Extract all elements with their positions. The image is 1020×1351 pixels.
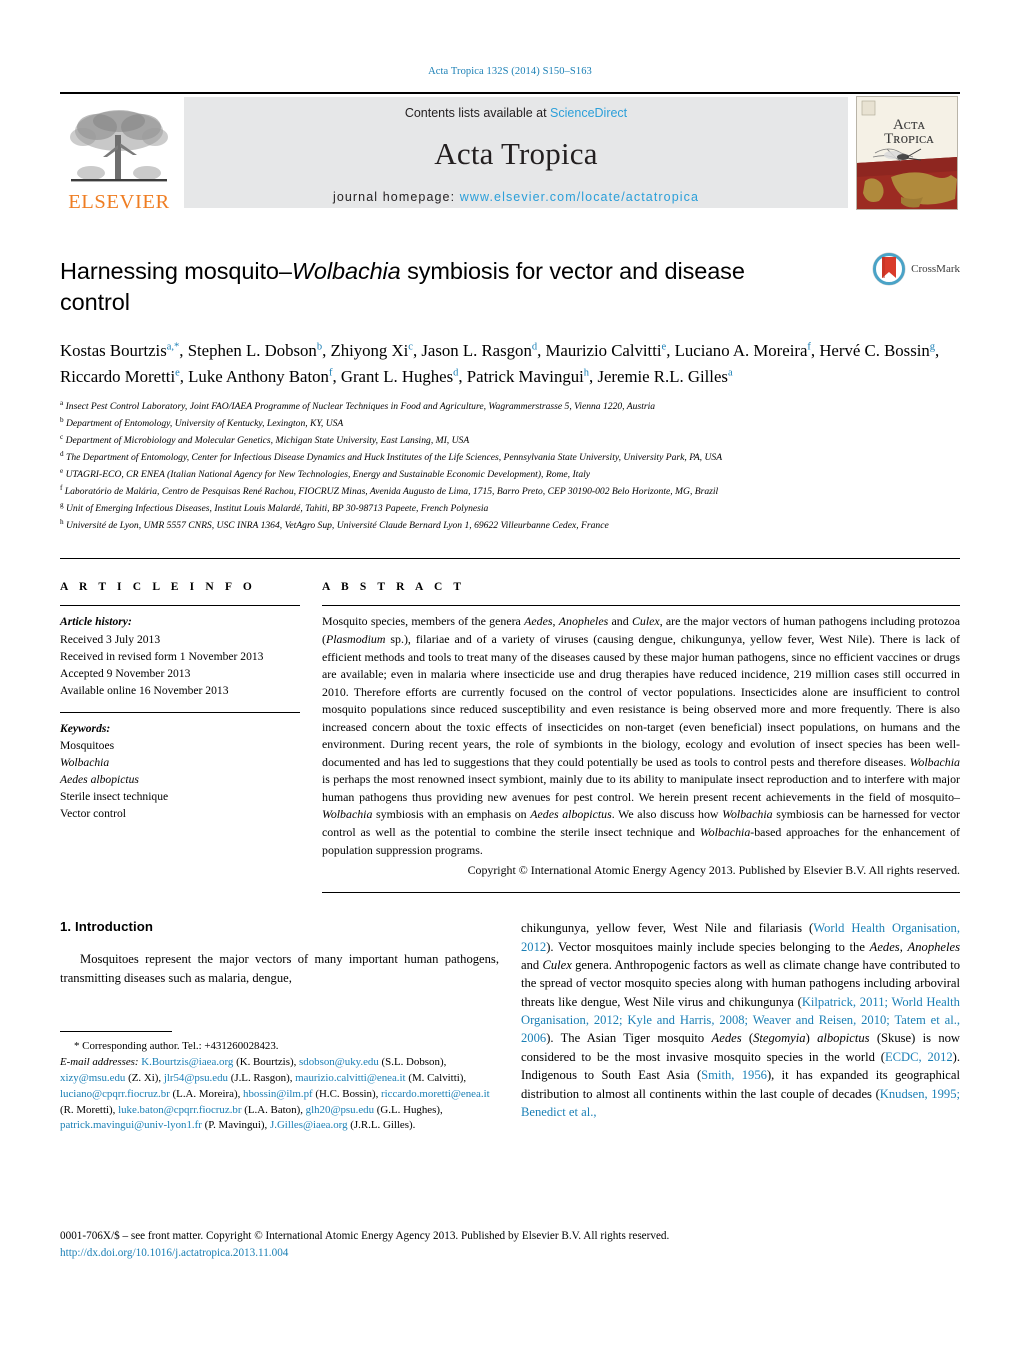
keyword-item: Vector control: [60, 806, 126, 820]
cover-image: Aᴄᴛᴀ Tʀᴏᴘɪᴄᴀ: [856, 96, 958, 210]
cover-artwork-icon: Aᴄᴛᴀ Tʀᴏᴘɪᴄᴀ: [857, 97, 957, 209]
elsevier-wordmark: ELSEVIER: [68, 190, 170, 213]
intro-paragraph-left: Mosquitoes represent the major vectors o…: [60, 952, 499, 985]
issn-copyright-line: 0001-706X/$ – see front matter. Copyrigh…: [60, 1230, 670, 1242]
contents-prefix: Contents lists available at: [404, 106, 551, 120]
keywords-label: Keywords:: [60, 721, 111, 735]
affiliation-item: c Department of Microbiology and Molecul…: [60, 433, 470, 447]
article-info-body: Article history: Received 3 July 2013 Rec…: [60, 613, 300, 821]
homepage-url-link[interactable]: www.elsevier.com/locate/actatropica: [460, 190, 699, 204]
article-history-label: Article history:: [60, 615, 132, 629]
info-abstract-section: A R T I C L E I N F O Article history: R…: [60, 558, 961, 894]
article-info-column: A R T I C L E I N F O Article history: R…: [60, 581, 300, 893]
page-title: Harnessing mosquito–Wolbachia symbiosis …: [60, 256, 760, 318]
crossmark-badge[interactable]: CrossMark: [872, 252, 960, 286]
article-history-line: Accepted 9 November 2013: [60, 666, 191, 680]
article-info-rule: [60, 605, 300, 607]
elsevier-tree-icon: [70, 109, 168, 181]
email-addresses-note: E-mail addresses: K.Bourtzis@iaea.org (K…: [60, 1055, 490, 1132]
keywords-group: Keywords: Mosquitoes Wolbachia Aedes albop…: [60, 720, 300, 822]
affiliation-item: f Laboratório de Malária, Centro de Pesq…: [60, 484, 719, 498]
title-italic-wolbachia: Wolbachia: [291, 258, 401, 284]
paper-page: Acta Tropica 132S (2014) S150–S163 ELSEV…: [0, 0, 1020, 1351]
journal-cover-thumbnail: Aᴄᴛᴀ Tʀᴏᴘɪᴄᴀ: [856, 94, 960, 212]
homepage-prefix: journal homepage:: [332, 190, 460, 204]
article-history-group: Article history: Received 3 July 2013 Rec…: [60, 613, 300, 698]
sciencedirect-link[interactable]: ScienceDirect: [550, 106, 627, 120]
abstract-rule-top: [322, 605, 960, 607]
title-part-1: Harnessing mosquito–: [60, 258, 292, 284]
body-column-right: chikungunya, yellow fever, West Nile and…: [521, 919, 960, 1134]
journal-title: Acta Tropica: [434, 136, 598, 171]
article-info-heading: A R T I C L E I N F O: [60, 581, 256, 594]
title-block: Harnessing mosquito–Wolbachia symbiosis …: [60, 252, 960, 318]
keywords-rule: [60, 711, 300, 713]
affiliation-item: h Université de Lyon, UMR 5557 CNRS, USC…: [60, 518, 609, 532]
author-list: Kostas Bourtzisa,*, Stephen L. Dobsonb, …: [60, 341, 940, 386]
keyword-item: Mosquitoes: [60, 738, 115, 752]
contents-available-line: Contents lists available at ScienceDirec…: [405, 106, 627, 120]
crossmark-icon: [872, 252, 906, 286]
abstract-text: Mosquito species, members of the genera …: [322, 614, 961, 857]
keyword-item: Wolbachia: [60, 755, 110, 769]
affiliation-item: b Department of Entomology, University o…: [60, 416, 344, 430]
crossmark-label: CrossMark: [911, 263, 960, 275]
doi-link[interactable]: http://dx.doi.org/10.1016/j.actatropica.…: [60, 1245, 960, 1262]
corresponding-author-note: * Corresponding author. Tel.: +431260028…: [74, 1039, 279, 1052]
abstract-heading: A B S T R A C T: [322, 581, 466, 594]
running-head: Acta Tropica 132S (2014) S150–S163: [428, 66, 592, 77]
masthead-center-panel: Contents lists available at ScienceDirec…: [184, 97, 848, 208]
keyword-item: Sterile insect technique: [60, 789, 169, 803]
section-heading-introduction: 1. Introduction: [60, 919, 154, 935]
footnote-block: * Corresponding author. Tel.: +431260028…: [60, 1030, 499, 1135]
svg-text:Tʀᴏᴘɪᴄᴀ: Tʀᴏᴘɪᴄᴀ: [884, 131, 934, 147]
article-history-line: Received in revised form 1 November 2013: [60, 649, 264, 663]
affiliation-list: a Insect Pest Control Laboratory, Joint …: [60, 398, 960, 534]
body-columns: 1. Introduction Mosquitoes represent the…: [60, 919, 960, 1134]
article-history-lines: Received 3 July 2013 Received in revised …: [60, 631, 300, 699]
article-history-line: Received 3 July 2013: [60, 632, 161, 646]
journal-masthead: ELSEVIER Contents lists available at Sci…: [60, 92, 960, 212]
elsevier-logo: ELSEVIER: [60, 94, 178, 212]
article-history-line: Available online 16 November 2013: [60, 683, 229, 697]
page-footer: 0001-706X/$ – see front matter. Copyrigh…: [60, 1228, 960, 1262]
abstract-column: A B S T R A C T Mosquito species, member…: [322, 581, 961, 894]
body-column-left: 1. Introduction Mosquitoes represent the…: [60, 919, 499, 1134]
affiliation-item: a Insect Pest Control Laboratory, Joint …: [60, 399, 656, 413]
affiliation-item: d The Department of Entomology, Center f…: [60, 450, 723, 464]
journal-homepage-line: journal homepage: www.elsevier.com/locat…: [333, 190, 699, 204]
affiliation-item: g Unit of Emerging Infectious Diseases, …: [60, 501, 489, 515]
keyword-item: Aedes albopictus: [60, 772, 139, 786]
abstract-copyright: Copyright © International Atomic Energy …: [467, 863, 960, 878]
keywords-lines: Mosquitoes Wolbachia Aedes albopictus Steri…: [60, 737, 300, 822]
affiliation-item: e UTAGRI-ECO, CR ENEA (Italian National …: [60, 467, 591, 481]
footnote-rule: [60, 1030, 172, 1032]
intro-paragraph-right: chikungunya, yellow fever, West Nile and…: [521, 921, 961, 1119]
abstract-rule-bottom: [322, 892, 960, 894]
